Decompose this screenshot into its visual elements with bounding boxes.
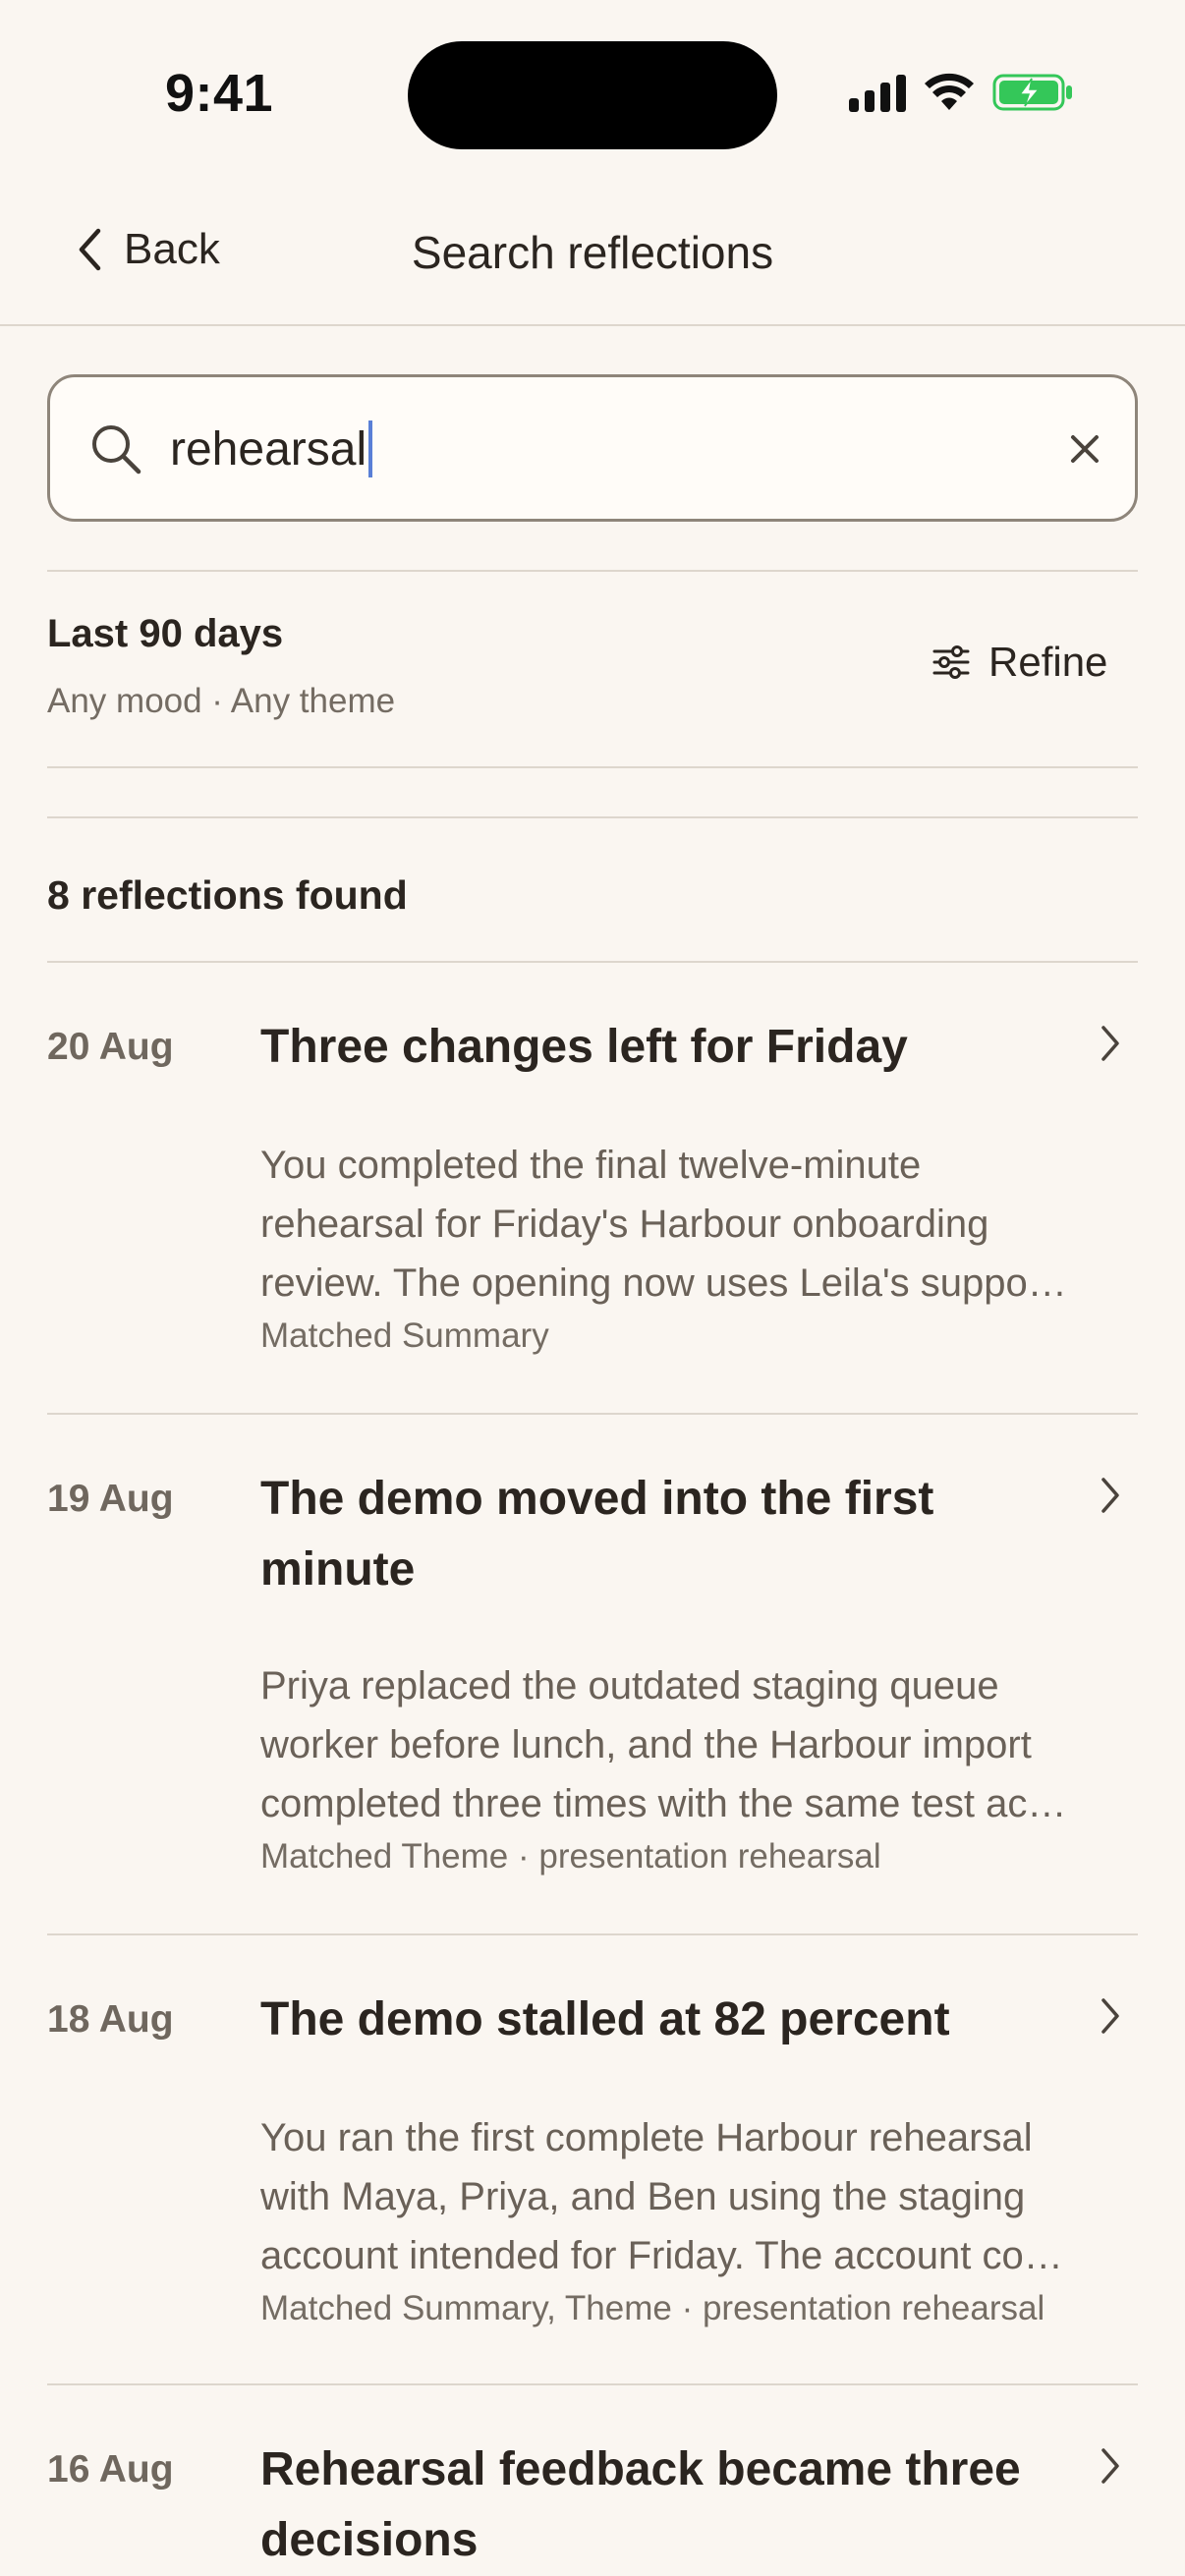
wifi-icon	[924, 73, 975, 112]
result-title: The demo stalled at 82 percent	[260, 1993, 950, 2045]
navigation-bar: Back Search reflections	[0, 196, 1185, 326]
results-count: 8 reflections found	[47, 872, 408, 918]
result-date: 20 Aug	[47, 1026, 174, 1068]
battery-charging-icon	[992, 73, 1075, 112]
divider	[47, 570, 1138, 572]
result-title: Three changes left for Friday	[260, 1021, 908, 1073]
divider	[47, 816, 1138, 818]
status-time: 9:41	[165, 64, 274, 123]
page-title: Search reflections	[411, 227, 774, 278]
result-match: Matched Summary, Theme · presentation re…	[260, 2289, 1045, 2327]
search-field[interactable]: rehearsal	[47, 374, 1138, 522]
result-match: Matched Theme · presentation rehearsal	[260, 1837, 881, 1876]
cellular-signal-icon	[849, 73, 906, 112]
result-date: 18 Aug	[47, 1998, 174, 2041]
result-match: Matched Summary	[260, 1316, 549, 1355]
chevron-right-icon	[1101, 1478, 1119, 1513]
chevron-right-icon	[1101, 1026, 1119, 1061]
result-item[interactable]: 16 Aug Rehearsal feedback became three d…	[47, 2385, 1138, 2576]
status-icons	[849, 73, 1075, 112]
sliders-icon	[932, 645, 970, 679]
result-title: The demo moved into the first minute	[260, 1473, 934, 1596]
search-reflections-screen: 9:41 Back Search reflections rehearsal L…	[0, 0, 1185, 2576]
search-icon	[92, 425, 141, 475]
result-title: Rehearsal feedback became three decision…	[260, 2443, 1021, 2566]
result-date: 16 Aug	[47, 2448, 174, 2491]
result-summary: You ran the first complete Harbour rehea…	[260, 2116, 1063, 2277]
result-summary: You completed the final twelve-minute re…	[260, 1144, 1067, 1305]
dynamic-island	[408, 41, 777, 149]
refine-button[interactable]: Refine	[931, 639, 1107, 686]
result-item[interactable]: 18 Aug The demo stalled at 82 percent Yo…	[47, 1935, 1138, 2383]
chevron-right-icon	[1101, 1998, 1119, 2034]
clear-search-icon[interactable]	[1062, 426, 1107, 472]
chevron-right-icon	[1101, 2448, 1119, 2484]
filter-details: Any mood · Any theme	[47, 682, 396, 720]
divider	[47, 766, 1138, 768]
result-summary: Priya replaced the outdated staging queu…	[260, 1664, 1067, 1825]
status-bar: 9:41	[0, 0, 1185, 187]
filter-range: Last 90 days	[47, 612, 284, 655]
search-query: rehearsal	[170, 422, 367, 476]
search-input[interactable]: rehearsal	[170, 415, 1005, 483]
result-item[interactable]: 20 Aug Three changes left for Friday You…	[47, 963, 1138, 1413]
result-date: 19 Aug	[47, 1478, 174, 1520]
text-caret	[368, 420, 373, 477]
refine-label: Refine	[988, 639, 1108, 685]
result-item[interactable]: 19 Aug The demo moved into the first min…	[47, 1415, 1138, 1935]
